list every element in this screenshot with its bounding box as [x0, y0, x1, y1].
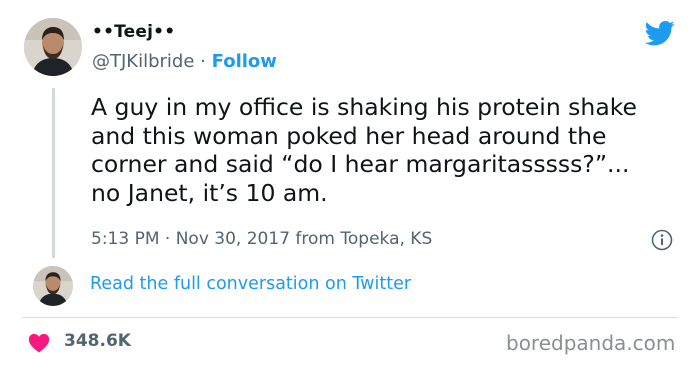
reply-avatar[interactable]: [33, 266, 73, 306]
tweet-time[interactable]: 5:13 PM: [91, 229, 160, 249]
divider: [22, 317, 678, 318]
author-handle-row: @TJKilbride · Follow: [92, 51, 277, 72]
info-icon[interactable]: [651, 229, 673, 251]
author-display-name[interactable]: ••Teej••: [92, 22, 175, 42]
author-avatar-image: [24, 18, 82, 76]
tweet-location: from Topeka, KS: [295, 229, 433, 249]
tweet-metadata: 5:13 PM · Nov 30, 2017 from Topeka, KS: [91, 229, 432, 249]
meta-separator: ·: [164, 229, 171, 249]
thread-line: [52, 88, 55, 258]
reply-avatar-image: [33, 266, 73, 306]
read-conversation-link[interactable]: Read the full conversation on Twitter: [90, 274, 411, 294]
follow-button[interactable]: Follow: [212, 51, 277, 72]
author-avatar[interactable]: [24, 18, 82, 76]
handle-separator: ·: [200, 51, 206, 72]
twitter-bird-icon[interactable]: [643, 18, 677, 48]
heart-icon[interactable]: [28, 333, 50, 353]
author-handle[interactable]: @TJKilbride: [92, 51, 194, 72]
tweet-text: A guy in my office is shaking his protei…: [91, 93, 637, 207]
tweet-date[interactable]: Nov 30, 2017: [176, 229, 290, 249]
watermark: boredpanda.com: [506, 331, 676, 355]
like-count[interactable]: 348.6K: [64, 331, 131, 351]
